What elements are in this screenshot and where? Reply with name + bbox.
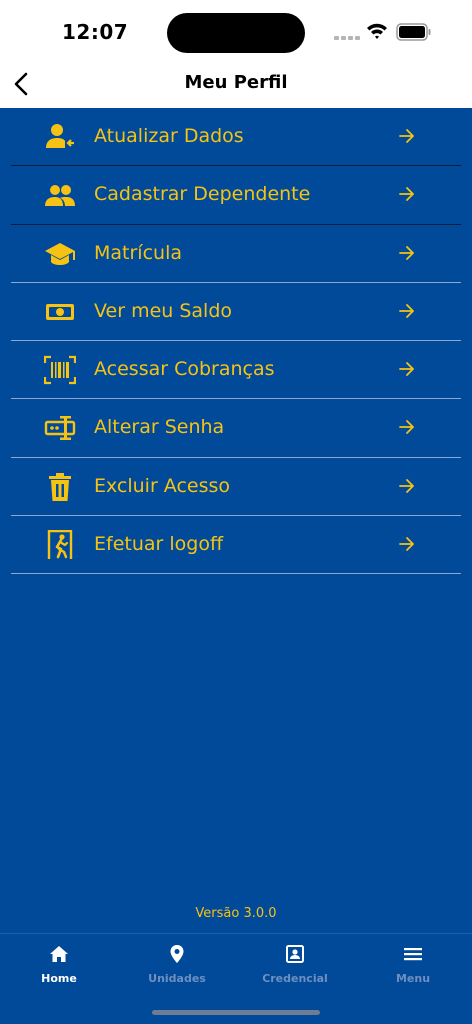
users-icon — [45, 185, 75, 207]
trash-icon — [49, 472, 71, 501]
tab-credencial[interactable]: Credencial — [236, 934, 354, 994]
menu-item-label: Atualizar Dados — [94, 125, 244, 147]
menu-item-label: Matrícula — [94, 241, 182, 264]
arrow-right-icon — [399, 362, 414, 377]
menu-item-cadastrar-dependente[interactable]: Cadastrar Dependente — [11, 166, 461, 225]
tab-label: Credencial — [262, 972, 328, 985]
menu-item-efetuar-logoff[interactable]: Efetuar logoff — [11, 516, 461, 575]
location-pin-icon — [170, 945, 184, 963]
menu-item-atualizar-dados[interactable]: Atualizar Dados — [11, 108, 461, 167]
arrow-right-icon — [399, 129, 414, 143]
menu-item-label: Efetuar logoff — [94, 533, 224, 556]
menu-item-label: Cadastrar Dependente — [94, 183, 311, 206]
money-icon — [46, 303, 74, 320]
navigation-bar: Meu Perfil — [0, 62, 472, 108]
menu-item-matricula[interactable]: Matrícula — [11, 225, 461, 283]
menu-item-label: Ver meu Saldo — [94, 299, 233, 322]
menu-item-acessar-cobrancas[interactable]: Acessar Cobranças — [11, 341, 461, 400]
menu-item-label: Alterar Senha — [94, 416, 225, 439]
menu-item-label: Acessar Cobranças — [94, 358, 275, 381]
home-icon — [50, 946, 68, 962]
id-badge-icon — [286, 945, 304, 963]
tab-label: Menu — [395, 972, 431, 985]
arrow-right-icon — [399, 245, 414, 260]
tab-label: Unidades — [148, 972, 206, 985]
status-bar: 12:07 — [0, 0, 472, 62]
home-indicator — [152, 1010, 320, 1015]
tab-unidades[interactable]: Unidades — [118, 934, 236, 994]
tab-menu[interactable]: Menu — [354, 934, 472, 994]
menu-item-excluir-acesso[interactable]: Excluir Acesso — [11, 458, 461, 517]
profile-menu-list: Atualizar Dados Cadastrar Dependente Mat… — [11, 108, 461, 575]
menu-item-alterar-senha[interactable]: Alterar Senha — [11, 399, 461, 458]
password-input-icon — [44, 416, 76, 441]
graduation-cap-icon — [45, 242, 75, 265]
arrow-right-icon — [399, 303, 414, 318]
arrow-right-icon — [399, 537, 414, 551]
status-time: 12:07 — [62, 20, 129, 44]
arrow-right-icon — [399, 187, 414, 202]
dynamic-island — [167, 13, 305, 53]
battery-icon — [396, 23, 431, 41]
wifi-icon — [367, 23, 387, 39]
page-title: Meu Perfil — [184, 72, 288, 93]
menu-item-ver-meu-saldo[interactable]: Ver meu Saldo — [11, 283, 461, 342]
tab-label: Home — [41, 972, 77, 985]
tab-home[interactable]: Home — [0, 934, 118, 994]
hamburger-menu-icon — [404, 948, 422, 961]
menu-item-label: Excluir Acesso — [94, 474, 231, 497]
arrow-right-icon — [399, 478, 414, 493]
exit-door-icon — [47, 530, 73, 560]
arrow-right-icon — [399, 420, 414, 435]
cellular-signal-icon — [334, 36, 360, 40]
user-edit-icon — [46, 124, 74, 148]
app-version: Versão 3.0.0 — [195, 906, 277, 921]
barcode-scan-icon — [44, 356, 76, 385]
